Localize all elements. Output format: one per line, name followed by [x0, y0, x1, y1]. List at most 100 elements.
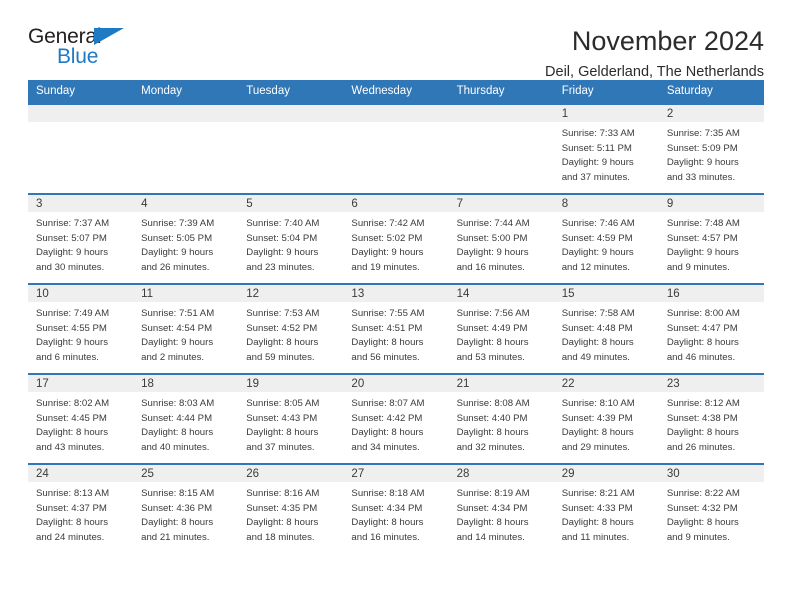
sunset-text: Sunset: 4:32 PM — [666, 502, 738, 514]
sunrise-text: Sunrise: 7:58 AM — [561, 308, 635, 319]
calendar-day-cell[interactable]: 26 Sunrise: 8:16 AM Sunset: 4:35 PM Dayligh… — [238, 463, 344, 554]
daylight-text: Daylight: 8 hours and 43 minutes. — [36, 427, 108, 453]
day-number: 22 — [553, 375, 659, 392]
daylight-text: Daylight: 8 hours and 37 minutes. — [246, 427, 319, 453]
calendar-day-cell[interactable]: 8 Sunrise: 7:46 AM Sunset: 4:59 PM Daylight… — [553, 193, 659, 284]
calendar-day-cell[interactable]: 24 Sunrise: 8:13 AM Sunset: 4:37 PM Dayligh… — [28, 463, 134, 554]
day-details: Sunrise: 7:44 AM Sunset: 5:00 PM Daylight:… — [449, 212, 554, 275]
calendar-day-cell[interactable]: 30 Sunrise: 8:22 AM Sunset: 4:32 PM Dayligh… — [658, 463, 764, 554]
calendar-day-cell[interactable]: 1 Sunrise: 7:33 AM Sunset: 5:11 PM Daylight… — [553, 103, 659, 194]
calendar-day-cell[interactable]: 9 Sunrise: 7:48 AM Sunset: 4:57 PM Daylight… — [658, 193, 764, 284]
sunset-text: Sunset: 4:34 PM — [456, 502, 528, 514]
sunrise-text: Sunrise: 8:22 AM — [666, 488, 740, 499]
day-number: 3 — [28, 195, 134, 212]
sunrise-text: Sunrise: 7:48 AM — [666, 218, 740, 229]
day-number: 28 — [448, 465, 554, 482]
day-number: 6 — [343, 195, 449, 212]
page-title: November 2024 — [571, 26, 764, 56]
day-number: 27 — [343, 465, 449, 482]
sunset-text: Sunset: 4:52 PM — [246, 322, 318, 334]
sunrise-text: Sunrise: 8:16 AM — [246, 488, 320, 499]
sunrise-text: Sunrise: 8:19 AM — [456, 488, 530, 499]
daylight-text: Daylight: 9 hours and 26 minutes. — [141, 247, 214, 273]
sunrise-text: Sunrise: 8:15 AM — [141, 488, 215, 499]
day-number: 2 — [658, 105, 764, 122]
sunset-text: Sunset: 5:07 PM — [36, 232, 107, 244]
day-number: 21 — [448, 375, 554, 392]
day-details: Sunrise: 8:00 AM Sunset: 4:47 PM Daylight:… — [659, 302, 764, 365]
page-subtitle: Deil, Gelderland, The Netherlands — [545, 64, 764, 81]
calendar-day-cell[interactable]: 5 Sunrise: 7:40 AM Sunset: 5:04 PM Daylight… — [238, 193, 344, 284]
calendar-day-cell[interactable]: 17 Sunrise: 8:02 AM Sunset: 4:45 PM Dayligh… — [28, 373, 134, 464]
sunrise-text: Sunrise: 7:39 AM — [141, 218, 215, 229]
calendar-day-cell[interactable]: 20 Sunrise: 8:07 AM Sunset: 4:42 PM Dayligh… — [343, 373, 449, 464]
sunset-text: Sunset: 4:37 PM — [36, 502, 107, 514]
day-number: 25 — [133, 465, 239, 482]
daylight-text: Daylight: 9 hours and 33 minutes. — [666, 157, 739, 183]
sunset-text: Sunset: 4:51 PM — [351, 322, 423, 334]
daylight-text: Daylight: 8 hours and 26 minutes. — [666, 427, 739, 453]
weekday-header-wednesday: Wednesday — [343, 80, 449, 104]
sunset-text: Sunset: 4:36 PM — [141, 502, 213, 514]
calendar-day-cell[interactable]: 22 Sunrise: 8:10 AM Sunset: 4:39 PM Dayligh… — [553, 373, 659, 464]
calendar-day-cell[interactable]: 14 Sunrise: 7:56 AM Sunset: 4:49 PM Dayligh… — [448, 283, 554, 374]
sunrise-text: Sunrise: 7:56 AM — [456, 308, 530, 319]
daylight-text: Daylight: 9 hours and 16 minutes. — [456, 247, 529, 273]
logo-triangle-icon — [94, 28, 124, 45]
day-number: 1 — [553, 105, 659, 122]
day-number — [238, 105, 344, 122]
day-number — [448, 105, 554, 122]
calendar-day-cell[interactable]: 16 Sunrise: 8:00 AM Sunset: 4:47 PM Dayligh… — [658, 283, 764, 374]
day-number: 11 — [133, 285, 239, 302]
day-details: Sunrise: 7:55 AM Sunset: 4:51 PM Daylight:… — [343, 302, 448, 365]
daylight-text: Daylight: 9 hours and 30 minutes. — [36, 247, 108, 273]
calendar-day-cell-empty — [343, 103, 449, 194]
daylight-text: Daylight: 9 hours and 9 minutes. — [666, 247, 739, 273]
calendar-week-row: 24 Sunrise: 8:13 AM Sunset: 4:37 PM Dayligh… — [28, 463, 764, 554]
weekday-header-friday: Friday — [553, 80, 659, 104]
day-number: 29 — [553, 465, 659, 482]
day-number: 24 — [28, 465, 134, 482]
sunrise-text: Sunrise: 8:05 AM — [246, 398, 320, 409]
calendar-day-cell[interactable]: 23 Sunrise: 8:12 AM Sunset: 4:38 PM Dayligh… — [658, 373, 764, 464]
calendar-day-cell[interactable]: 2 Sunrise: 7:35 AM Sunset: 5:09 PM Daylight… — [658, 103, 764, 194]
calendar-day-cell[interactable]: 18 Sunrise: 8:03 AM Sunset: 4:44 PM Dayligh… — [133, 373, 239, 464]
calendar-day-cell[interactable]: 15 Sunrise: 7:58 AM Sunset: 4:48 PM Dayligh… — [553, 283, 659, 374]
day-number: 9 — [658, 195, 764, 212]
calendar-day-cell[interactable]: 7 Sunrise: 7:44 AM Sunset: 5:00 PM Daylight… — [448, 193, 554, 284]
calendar-day-cell[interactable]: 10 Sunrise: 7:49 AM Sunset: 4:55 PM Dayligh… — [28, 283, 134, 374]
day-details: Sunrise: 8:05 AM Sunset: 4:43 PM Daylight:… — [238, 392, 343, 455]
day-number — [133, 105, 239, 122]
calendar-day-cell[interactable]: 11 Sunrise: 7:51 AM Sunset: 4:54 PM Dayligh… — [133, 283, 239, 374]
calendar-day-cell[interactable]: 25 Sunrise: 8:15 AM Sunset: 4:36 PM Dayligh… — [133, 463, 239, 554]
calendar-day-cell[interactable]: 6 Sunrise: 7:42 AM Sunset: 5:02 PM Daylight… — [343, 193, 449, 284]
day-number: 8 — [553, 195, 659, 212]
calendar-day-cell[interactable]: 3 Sunrise: 7:37 AM Sunset: 5:07 PM Daylight… — [28, 193, 134, 284]
day-details: Sunrise: 7:33 AM Sunset: 5:11 PM Daylight:… — [554, 122, 659, 185]
calendar-day-cell[interactable]: 13 Sunrise: 7:55 AM Sunset: 4:51 PM Dayligh… — [343, 283, 449, 374]
sunrise-text: Sunrise: 8:13 AM — [36, 488, 110, 499]
calendar-day-cell[interactable]: 27 Sunrise: 8:18 AM Sunset: 4:34 PM Dayligh… — [343, 463, 449, 554]
calendar-week-row: 1 Sunrise: 7:33 AM Sunset: 5:11 PM Daylight… — [28, 103, 764, 194]
day-details: Sunrise: 8:15 AM Sunset: 4:36 PM Daylight:… — [133, 482, 238, 545]
sunset-text: Sunset: 4:45 PM — [36, 412, 107, 424]
calendar-day-cell[interactable]: 12 Sunrise: 7:53 AM Sunset: 4:52 PM Dayligh… — [238, 283, 344, 374]
sunrise-text: Sunrise: 7:51 AM — [141, 308, 215, 319]
calendar-day-cell[interactable]: 28 Sunrise: 8:19 AM Sunset: 4:34 PM Dayligh… — [448, 463, 554, 554]
calendar-day-cell[interactable]: 4 Sunrise: 7:39 AM Sunset: 5:05 PM Daylight… — [133, 193, 239, 284]
calendar-week-row: 17 Sunrise: 8:02 AM Sunset: 4:45 PM Dayligh… — [28, 373, 764, 464]
daylight-text: Daylight: 8 hours and 53 minutes. — [456, 337, 529, 363]
sunset-text: Sunset: 4:44 PM — [141, 412, 213, 424]
day-details: Sunrise: 8:18 AM Sunset: 4:34 PM Daylight:… — [343, 482, 448, 545]
logo-text-blue: Blue — [57, 45, 99, 68]
sunset-text: Sunset: 4:54 PM — [141, 322, 213, 334]
sunrise-text: Sunrise: 7:42 AM — [351, 218, 425, 229]
day-number: 4 — [133, 195, 239, 212]
sunset-text: Sunset: 4:39 PM — [561, 412, 633, 424]
weekday-header-monday: Monday — [133, 80, 239, 104]
general-blue-logo: General Blue — [28, 26, 138, 74]
logo-text-general: General — [28, 25, 102, 48]
calendar-day-cell[interactable]: 21 Sunrise: 8:08 AM Sunset: 4:40 PM Dayligh… — [448, 373, 554, 464]
calendar-day-cell[interactable]: 29 Sunrise: 8:21 AM Sunset: 4:33 PM Dayligh… — [553, 463, 659, 554]
calendar-day-cell[interactable]: 19 Sunrise: 8:05 AM Sunset: 4:43 PM Dayligh… — [238, 373, 344, 464]
